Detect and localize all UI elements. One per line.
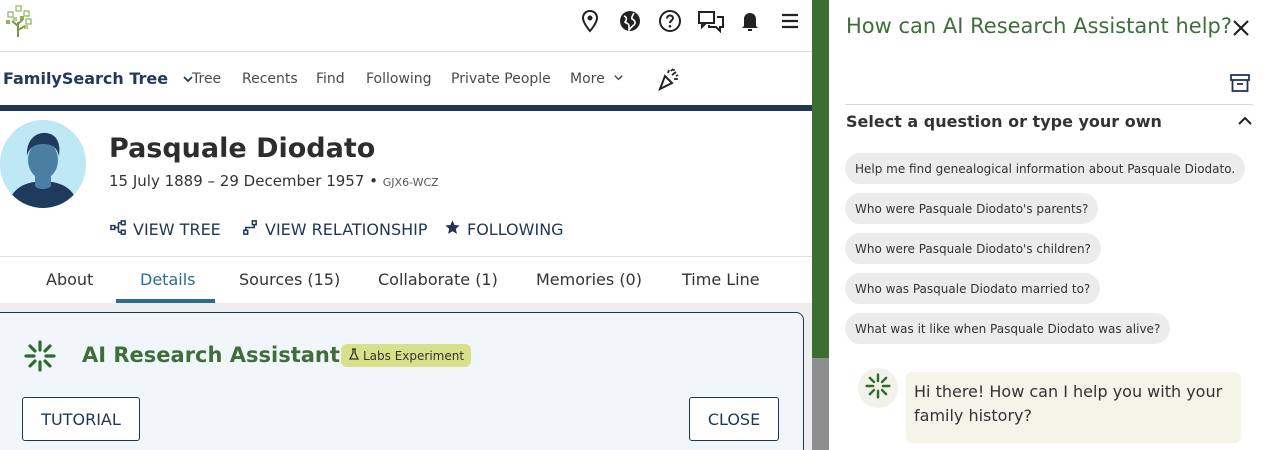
labs-experiment-label: Labs Experiment <box>363 348 465 363</box>
nav-brand-label: FamilySearch Tree <box>3 69 169 88</box>
bullet-separator: • <box>364 172 383 190</box>
globe-icon[interactable] <box>618 9 642 33</box>
flask-icon <box>348 348 363 363</box>
suggestion-chip[interactable]: What was it like when Pasquale Diodato w… <box>845 313 1171 344</box>
menu-icon[interactable] <box>778 9 802 33</box>
close-icon[interactable] <box>1230 17 1252 39</box>
person-name: Pasquale Diodato <box>109 133 376 164</box>
suggestion-chip[interactable]: Who was Pasquale Diodato married to? <box>845 273 1101 304</box>
bell-icon[interactable] <box>738 9 762 33</box>
nav-brand[interactable]: FamilySearch Tree <box>3 69 194 89</box>
ai-sparkle-icon <box>24 340 56 372</box>
person-life-dates: 15 July 1889 – 29 December 1957 <box>109 172 365 190</box>
familysearch-logo-icon[interactable] <box>4 4 34 38</box>
tree-nav: FamilySearch Tree Tree Recents Find Foll… <box>0 52 812 105</box>
nav-item-more-label: More <box>570 71 605 87</box>
nav-item-following[interactable]: Following <box>366 71 432 87</box>
close-card-button[interactable]: CLOSE <box>689 397 779 441</box>
tab-collaborate[interactable]: Collaborate (1) <box>378 270 498 289</box>
relationship-icon <box>242 219 265 240</box>
ai-card-title: AI Research Assistant <box>82 343 340 367</box>
scrollbar-track[interactable] <box>812 358 829 450</box>
nav-item-tree[interactable]: Tree <box>192 71 221 87</box>
view-tree-label: VIEW TREE <box>133 220 221 239</box>
panel-divider-strip <box>812 0 829 358</box>
tab-time-line[interactable]: Time Line <box>682 270 760 289</box>
archive-icon[interactable] <box>1229 72 1251 94</box>
suggestion-chip[interactable]: Who were Pasquale Diodato's parents? <box>845 193 1099 224</box>
tree-icon <box>110 219 133 240</box>
person-id[interactable]: GJX6-WCZ <box>383 176 439 189</box>
following-button[interactable]: FOLLOWING <box>444 219 564 240</box>
party-popper-icon[interactable] <box>657 67 681 92</box>
following-label: FOLLOWING <box>467 220 564 239</box>
assistant-message-bubble: Hi there! How can I help you with your f… <box>906 372 1241 443</box>
view-relationship-label: VIEW RELATIONSHIP <box>265 220 428 239</box>
tab-about[interactable]: About <box>46 270 93 289</box>
nav-item-find[interactable]: Find <box>316 71 345 87</box>
labs-experiment-badge: Labs Experiment <box>341 344 472 367</box>
tab-details[interactable]: Details <box>140 270 195 289</box>
panel-divider <box>845 104 1253 105</box>
assistant-avatar <box>858 368 898 408</box>
star-icon <box>444 219 467 240</box>
tutorial-button[interactable]: TUTORIAL <box>22 397 140 441</box>
tab-sources[interactable]: Sources (15) <box>239 270 340 289</box>
actions-divider <box>0 256 812 257</box>
nav-accent-bar <box>0 105 812 111</box>
nav-item-private-people[interactable]: Private People <box>451 71 551 87</box>
avatar <box>0 120 86 208</box>
main-panel: FamilySearch Tree Tree Recents Find Foll… <box>0 0 812 450</box>
tab-memories[interactable]: Memories (0) <box>536 270 642 289</box>
nav-item-recents[interactable]: Recents <box>242 71 298 87</box>
view-relationship-button[interactable]: VIEW RELATIONSHIP <box>242 219 428 240</box>
suggestions-section-title[interactable]: Select a question or type your own <box>846 112 1162 131</box>
help-icon[interactable] <box>658 9 682 33</box>
person-dates-line: 15 July 1889 – 29 December 1957 • GJX6-W… <box>109 172 439 190</box>
view-tree-button[interactable]: VIEW TREE <box>110 219 221 240</box>
suggestion-chip[interactable]: Help me find genealogical information ab… <box>845 153 1246 184</box>
location-pin-icon[interactable] <box>578 9 602 33</box>
nav-item-more[interactable]: More <box>570 71 624 87</box>
chevron-down-icon <box>613 71 624 87</box>
chevron-up-icon[interactable] <box>1236 112 1254 130</box>
messages-icon[interactable] <box>698 9 724 34</box>
ai-sparkle-icon <box>865 373 891 403</box>
assistant-panel-title: How can AI Research Assistant help? <box>846 14 1233 38</box>
suggestion-chip[interactable]: Who were Pasquale Diodato's children? <box>845 233 1101 264</box>
